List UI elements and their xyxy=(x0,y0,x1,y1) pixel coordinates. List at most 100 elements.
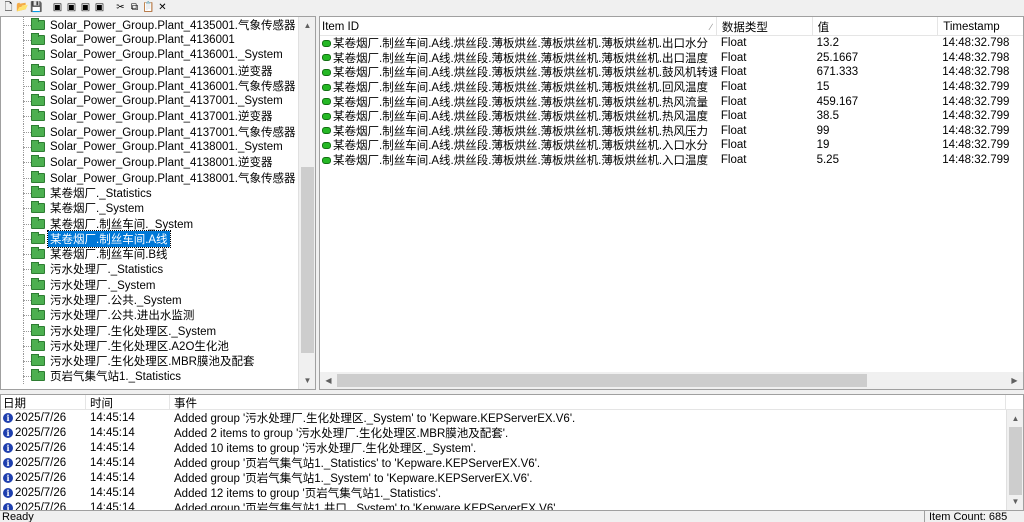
tree-item[interactable]: 某卷烟厂.制丝车间._System xyxy=(1,215,297,232)
add-server-icon[interactable]: ▣ xyxy=(51,2,64,15)
new-icon[interactable]: 🗋 xyxy=(2,2,15,15)
add-item-icon[interactable]: ▣ xyxy=(79,2,92,15)
tree-item[interactable]: 某卷烟厂.制丝车间.A线 xyxy=(1,229,297,248)
info-icon: i xyxy=(3,427,13,438)
scroll-down-icon[interactable]: ▼ xyxy=(299,372,315,389)
tree-item[interactable]: Solar_Power_Group.Plant_4138001.气象传感器 xyxy=(1,169,297,186)
log-date-cell: i 2025/7/26 xyxy=(1,427,86,439)
tree-item[interactable]: Solar_Power_Group.Plant_4137001._System xyxy=(1,93,297,110)
tree-item-label: Solar_Power_Group.Plant_4138001.气象传感器 xyxy=(50,172,296,185)
scroll-up-icon[interactable]: ▲ xyxy=(299,17,315,34)
item-id-text: 某卷烟厂.制丝车间.A线.烘丝段.薄板烘丝.薄板烘丝机.薄板烘丝机.入口水分 xyxy=(333,140,709,153)
scroll-up-icon[interactable]: ▲ xyxy=(1007,410,1023,427)
scroll-right-icon[interactable]: ▶ xyxy=(1006,372,1023,389)
table-row[interactable]: 某卷烟厂.制丝车间.A线.烘丝段.薄板烘丝.薄板烘丝机.薄板烘丝机.鼓风机转速 F… xyxy=(320,65,1023,80)
toolbar: 🗋 📂 💾 ▣ ▣ ▣ ▣ ✂ ⧉ 📋 ✕ xyxy=(0,0,1024,16)
tree-item-label: 污水处理厂.公共.进出水监测 xyxy=(50,310,195,323)
table-row[interactable]: 某卷烟厂.制丝车间.A线.烘丝段.薄板烘丝.薄板烘丝机.薄板烘丝机.热风流量 Fl… xyxy=(320,94,1023,109)
log-event-cell: Added group '页岩气集气站1._Statistics' to 'Ke… xyxy=(174,457,541,470)
column-header-date[interactable]: 日期 xyxy=(1,395,86,410)
tree-item-label: Solar_Power_Group.Plant_4137001.逆变器 xyxy=(50,111,273,124)
save-icon[interactable]: 💾 xyxy=(30,2,43,15)
tree-item[interactable]: Solar_Power_Group.Plant_4138001._System xyxy=(1,139,297,155)
column-header-time[interactable]: 时间 xyxy=(86,395,170,410)
column-header-timestamp[interactable]: Timestamp xyxy=(938,17,1023,36)
tree-item[interactable]: Solar_Power_Group.Plant_4136001._System xyxy=(1,47,297,64)
log-vertical-scrollbar[interactable]: ▲ ▼ xyxy=(1006,410,1023,510)
folder-icon xyxy=(31,292,45,305)
column-header-item-id[interactable]: Item ID ∕ xyxy=(320,17,717,36)
data-type-cell: Float xyxy=(720,37,747,50)
log-row[interactable]: i 2025/7/26 14:45:14 Added group '页岩气集气站1.井… xyxy=(1,500,1023,511)
log-date-text: 2025/7/26 xyxy=(15,441,67,454)
tree-item[interactable]: Solar_Power_Group.Plant_4136001 xyxy=(1,32,297,48)
tree-item[interactable]: Solar_Power_Group.Plant_4137001.气象传感器 xyxy=(1,124,297,140)
value-cell: 671.333 xyxy=(816,66,859,79)
table-row[interactable]: 某卷烟厂.制丝车间.A线.烘丝段.薄板烘丝.薄板烘丝机.薄板烘丝机.回风温度 Fl… xyxy=(320,80,1023,95)
scroll-left-icon[interactable]: ◀ xyxy=(320,372,337,389)
tree-item[interactable]: 污水处理厂._Statistics xyxy=(1,261,297,278)
log-event-cell: Added 2 items to group '污水处理厂.生化处理区.MBR膜… xyxy=(174,427,509,440)
value-cell: 459.167 xyxy=(816,95,859,108)
timestamp-cell: 14:48:32.798 xyxy=(942,66,1010,79)
tree-item[interactable]: Solar_Power_Group.Plant_4135001.气象传感器 xyxy=(1,17,297,33)
delete-icon[interactable]: ✕ xyxy=(156,2,169,15)
log-event-cell: Added group '页岩气集气站1.井口._System' to 'Kep… xyxy=(174,502,559,511)
item-id-cell: 某卷烟厂.制丝车间.A线.烘丝段.薄板烘丝.薄板烘丝机.薄板烘丝机.出口水分 xyxy=(320,35,717,51)
open-icon[interactable]: 📂 xyxy=(16,2,29,15)
log-row[interactable]: i 2025/7/26 14:45:14 Added 2 items to group… xyxy=(1,425,1023,440)
item-status-icon xyxy=(322,112,331,120)
item-status-icon xyxy=(322,156,331,164)
item-status-icon xyxy=(322,83,331,91)
log-time-cell: 14:45:14 xyxy=(90,441,135,454)
tree-item[interactable]: 污水处理厂.公共.进出水监测 xyxy=(1,307,297,324)
tree-item[interactable]: 页岩气集气站1._Statistics xyxy=(1,368,297,385)
tree-item[interactable]: 污水处理厂._System xyxy=(1,277,297,293)
table-row[interactable]: 某卷烟厂.制丝车间.A线.烘丝段.薄板烘丝.薄板烘丝机.薄板烘丝机.出口水分 Fl… xyxy=(320,36,1023,51)
scrollbar-thumb[interactable] xyxy=(1009,427,1022,495)
info-icon: i xyxy=(3,487,13,498)
table-row[interactable]: 某卷烟厂.制丝车间.A线.烘丝段.薄板烘丝.薄板烘丝机.薄板烘丝机.出口温度 Fl… xyxy=(320,51,1023,66)
tree-item[interactable]: 某卷烟厂.制丝车间.B线 xyxy=(1,246,297,263)
log-row[interactable]: i 2025/7/26 14:45:14 Added 12 items to grou… xyxy=(1,485,1023,500)
column-header-event[interactable]: 事件 xyxy=(170,395,1006,410)
items-grid-pane: Item ID ∕ 数据类型 值 Timestamp 某卷烟厂.制丝车间.A线.… xyxy=(319,16,1024,390)
table-row[interactable]: 某卷烟厂.制丝车间.A线.烘丝段.薄板烘丝.薄板烘丝机.薄板烘丝机.热风温度 Fl… xyxy=(320,109,1023,124)
log-event-cell: Added 12 items to group '页岩气集气站1._Statis… xyxy=(174,487,442,500)
items-horizontal-scrollbar[interactable]: ◀ ▶ xyxy=(320,372,1023,389)
folder-icon xyxy=(31,155,45,168)
add-group-icon[interactable]: ▣ xyxy=(65,2,78,15)
properties-icon[interactable]: ▣ xyxy=(93,2,106,15)
paste-icon[interactable]: 📋 xyxy=(142,2,155,15)
scrollbar-thumb[interactable] xyxy=(301,167,314,353)
tree-item[interactable]: Solar_Power_Group.Plant_4137001.逆变器 xyxy=(1,108,297,125)
table-row[interactable]: 某卷烟厂.制丝车间.A线.烘丝段.薄板烘丝.薄板烘丝机.薄板烘丝机.入口水分 Fl… xyxy=(320,138,1023,153)
tree-item[interactable]: 污水处理厂.公共._System xyxy=(1,292,297,308)
tree-item[interactable]: Solar_Power_Group.Plant_4138001.逆变器 xyxy=(1,154,297,171)
tree-item[interactable]: 污水处理厂.生化处理区._System xyxy=(1,322,297,339)
tree-vertical-scrollbar[interactable]: ▲ ▼ xyxy=(298,17,315,389)
tree-item-label: Solar_Power_Group.Plant_4136001.气象传感器 xyxy=(50,80,296,93)
copy-icon[interactable]: ⧉ xyxy=(128,2,141,15)
folder-icon xyxy=(31,216,45,229)
table-row[interactable]: 某卷烟厂.制丝车间.A线.烘丝段.薄板烘丝.薄板烘丝机.薄板烘丝机.入口温度 Fl… xyxy=(320,153,1023,168)
tree-item[interactable]: 某卷烟厂._Statistics xyxy=(1,185,297,201)
tree-item[interactable]: 污水处理厂.生化处理区.A2O生化池 xyxy=(1,338,297,354)
tree-item[interactable]: 污水处理厂.生化处理区.MBR膜池及配套 xyxy=(1,353,297,370)
folder-icon xyxy=(31,369,45,382)
log-row[interactable]: i 2025/7/26 14:45:14 Added 10 items to grou… xyxy=(1,440,1023,455)
scrollbar-thumb[interactable] xyxy=(337,374,867,387)
log-row[interactable]: i 2025/7/26 14:45:14 Added group '污水处理厂.生化处… xyxy=(1,410,1023,425)
item-status-icon xyxy=(322,141,331,149)
tree-item[interactable]: Solar_Power_Group.Plant_4136001.逆变器 xyxy=(1,62,297,79)
scroll-down-icon[interactable]: ▼ xyxy=(1007,493,1023,510)
table-row[interactable]: 某卷烟厂.制丝车间.A线.烘丝段.薄板烘丝.薄板烘丝机.薄板烘丝机.热风压力 Fl… xyxy=(320,124,1023,139)
log-event-cell: Added group '污水处理厂.生化处理区._System' to 'Ke… xyxy=(174,412,576,425)
log-row[interactable]: i 2025/7/26 14:45:14 Added group '页岩气集气站1._… xyxy=(1,455,1023,470)
column-header-data-type[interactable]: 数据类型 xyxy=(717,17,813,36)
cut-icon[interactable]: ✂ xyxy=(114,2,127,15)
column-header-value[interactable]: 值 xyxy=(813,17,939,36)
tree-item[interactable]: Solar_Power_Group.Plant_4136001.气象传感器 xyxy=(1,78,297,94)
log-row[interactable]: i 2025/7/26 14:45:14 Added group '页岩气集气站1._… xyxy=(1,470,1023,485)
tree-item[interactable]: 某卷烟厂._System xyxy=(1,200,297,217)
